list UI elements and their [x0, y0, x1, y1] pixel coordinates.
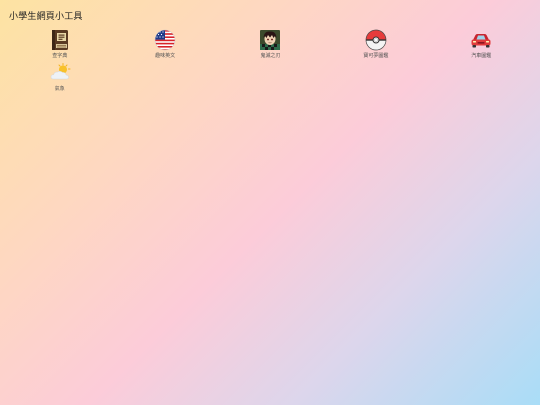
app-tile-pokedex[interactable]: 寶可夢圖鑑 — [323, 29, 428, 62]
page-title: 小學生網頁小工具 — [9, 12, 83, 22]
app-label: 寶可夢圖鑑 — [363, 53, 389, 59]
app-tile-weather[interactable]: 氣象 — [7, 62, 112, 95]
sun-cloud-icon — [50, 63, 71, 80]
red-car-icon — [471, 34, 491, 48]
app-tile-demon-slayer[interactable]: 鬼滅之刃 — [218, 29, 323, 62]
app-tile-car-guide[interactable]: 汽車圖鑑 — [429, 29, 534, 62]
app-label: 查字典 — [52, 53, 68, 59]
pokeball-icon — [365, 29, 387, 51]
dictionary-book-icon — [51, 30, 68, 50]
app-label: 趣味英文 — [155, 53, 176, 59]
app-grid: 查字典 趣味英文 鬼滅之刃 寶可夢圖鑑 汽車圖鑑 氣象 — [7, 29, 534, 95]
us-flag-icon — [154, 29, 176, 51]
app-label: 汽車圖鑑 — [471, 53, 492, 59]
app-tile-fun-english[interactable]: 趣味英文 — [112, 29, 217, 62]
anime-character-icon — [260, 30, 281, 50]
app-tile-dictionary[interactable]: 查字典 — [7, 29, 112, 62]
app-label: 鬼滅之刃 — [260, 53, 281, 59]
app-label: 氣象 — [54, 86, 65, 92]
